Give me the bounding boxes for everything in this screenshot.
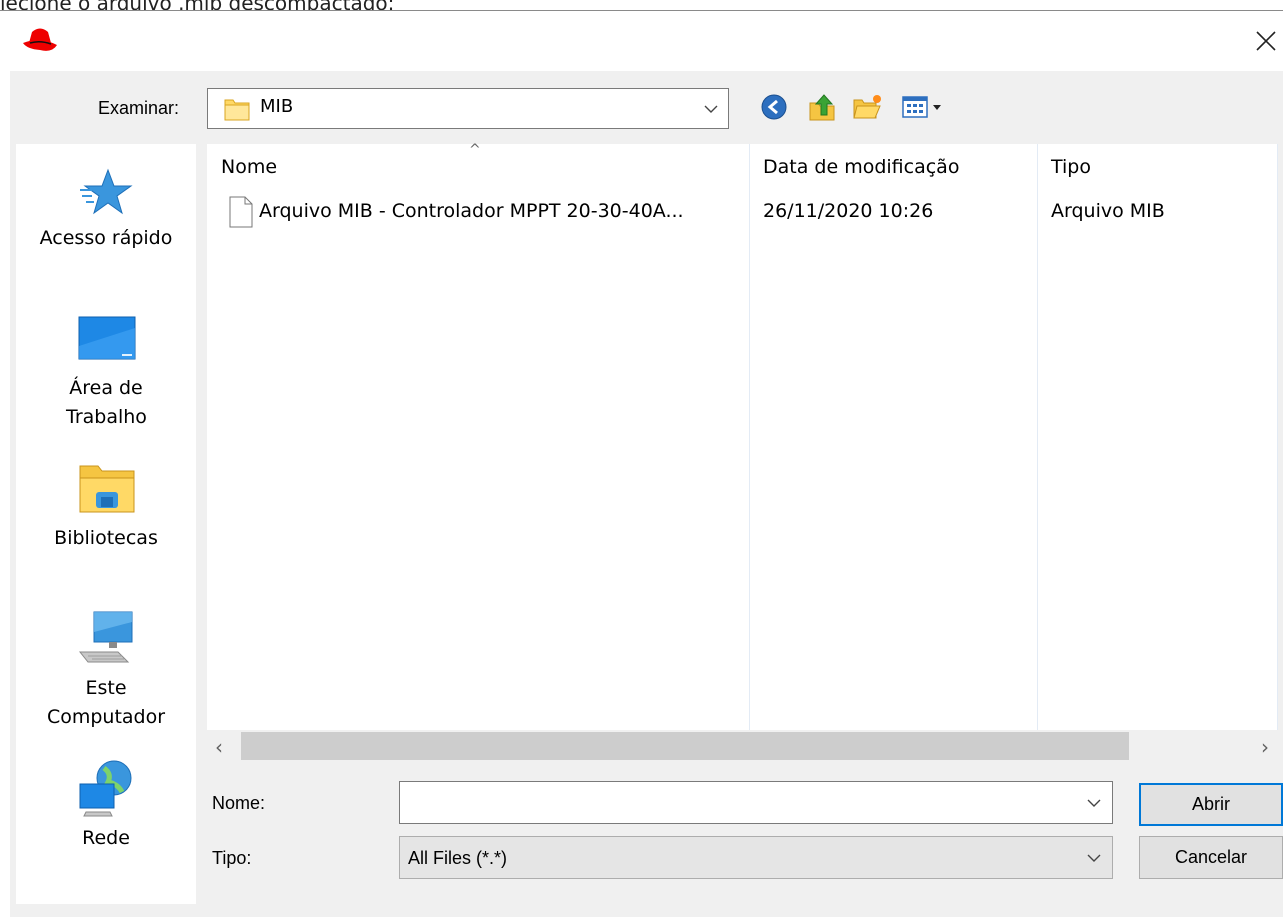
open-button[interactable]: Abrir [1139,783,1283,826]
file-list[interactable]: ^ Nome Data de modificação Tipo Arquivo … [207,142,1278,730]
place-network[interactable]: Rede [16,824,196,853]
redhat-logo-icon [22,26,58,54]
back-arrow-icon [761,94,787,120]
chevron-down-icon [1087,854,1101,862]
place-libraries[interactable]: Bibliotecas [16,524,196,553]
back-button[interactable] [757,90,791,124]
file-type-cell: Arquivo MIB [1051,200,1165,222]
quick-access-star-icon [78,164,134,224]
look-in-value: MIB [260,96,294,117]
new-folder-icon [853,95,881,119]
computer-icon [78,608,136,670]
close-button[interactable] [1248,22,1283,60]
close-icon [1255,31,1276,51]
place-quick-access-label: Acesso rápido [39,227,173,249]
up-folder-icon [809,94,835,121]
desktop-icon [78,316,136,364]
scrollbar-thumb[interactable] [241,732,1129,760]
file-modified-cell: 26/11/2020 10:26 [763,200,934,222]
column-divider [1277,144,1278,730]
chevron-down-icon[interactable] [1085,797,1103,809]
place-quick-access[interactable]: Acesso rápido [16,224,196,253]
sort-ascending-icon: ^ [469,142,481,158]
place-libraries-label: Bibliotecas [54,527,158,549]
look-in-combo[interactable]: MIB [207,88,729,129]
column-divider [749,144,750,730]
column-header-modified[interactable]: Data de modificação [763,156,959,178]
column-divider [1037,144,1038,730]
title-bar[interactable] [0,11,1283,71]
places-bar: Acesso rápido Área de Trabalho Bibliotec… [16,144,196,904]
file-type-value: All Files (*.*) [408,848,508,868]
network-icon [78,758,136,822]
file-name-input[interactable] [399,781,1113,824]
place-desktop-label: Área de Trabalho [66,377,147,428]
new-folder-button[interactable] [850,90,886,124]
look-in-label: Examinar: [98,98,180,118]
scroll-left-icon[interactable]: ‹ [215,735,223,759]
view-grid-icon [902,96,941,118]
column-header-name[interactable]: Nome [221,156,277,178]
file-name-label: Nome: [212,793,266,813]
scroll-right-icon[interactable]: › [1261,735,1269,759]
horizontal-scrollbar[interactable]: ‹ › [207,730,1278,762]
chevron-down-icon [704,105,718,113]
up-folder-button[interactable] [804,90,840,124]
folder-icon [224,96,250,126]
place-this-pc[interactable]: Este Computador [16,674,196,732]
file-type-combo[interactable]: All Files (*.*) [399,836,1113,879]
libraries-icon [78,462,136,518]
column-header-type[interactable]: Tipo [1051,156,1091,178]
file-type-label: Tipo: [212,848,252,868]
file-name-cell[interactable]: Arquivo MIB - Controlador MPPT 20-30-40A… [259,200,684,222]
cancel-button[interactable]: Cancelar [1139,836,1283,879]
file-icon [229,196,253,232]
place-network-label: Rede [82,827,130,849]
place-this-pc-label: Este Computador [46,677,166,728]
place-desktop[interactable]: Área de Trabalho [16,374,196,432]
view-menu-button[interactable] [898,90,952,124]
